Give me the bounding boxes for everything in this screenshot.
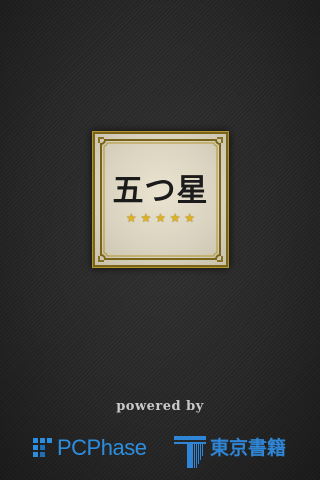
rating-stars: ★ ★ ★ ★ ★ [95, 212, 226, 224]
app-title: 五つ星 [112, 173, 209, 209]
sponsor-footer: PCPhase 東京書籍 [0, 404, 320, 480]
pcphase-logo: PCPhase [33, 435, 147, 460]
star-icon: ★ [155, 211, 166, 225]
star-icon: ★ [125, 211, 137, 225]
app-title-badge: 五つ星 ★ ★ ★ ★ ★ [95, 134, 226, 265]
tokyo-shoseki-logo-icon [174, 436, 206, 468]
star-icon: ★ [140, 211, 152, 225]
tokyo-shoseki-logo-text: 東京書籍 [210, 437, 287, 459]
star-icon: ★ [184, 211, 196, 225]
pcphase-logo-text: PCPhase [57, 435, 147, 460]
tokyo-shoseki-logo: 東京書籍 [172, 434, 286, 470]
pcphase-logo-icon [33, 438, 52, 457]
star-icon: ★ [169, 211, 181, 225]
